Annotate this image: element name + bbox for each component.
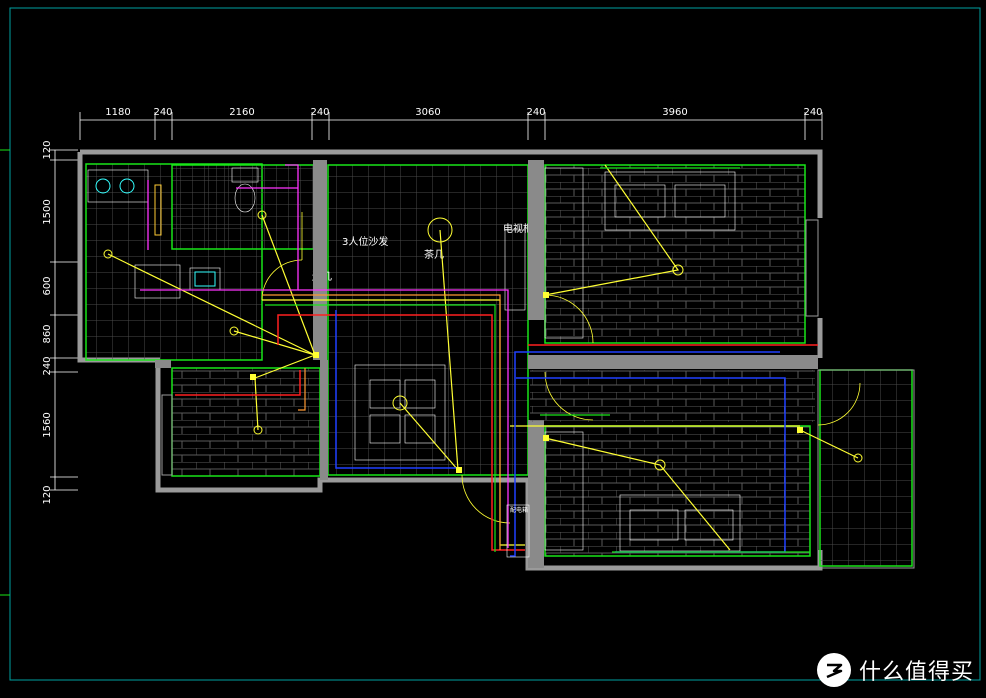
dim-left-120-a: 120: [42, 140, 53, 159]
dim-left-120-b: 120: [42, 485, 53, 504]
dim-top-240-d: 240: [803, 107, 822, 118]
dim-left-600: 600: [42, 276, 53, 295]
balcony: [817, 369, 915, 569]
bedroom-upper: [544, 164, 819, 344]
top-dimension-line: [79, 112, 823, 140]
floor-plan-drawing: 1180 240 2160 240 3060 240 3960 240 120 …: [0, 7, 981, 681]
dim-top-2160: 2160: [229, 107, 254, 118]
left-dimension-labels: 120 1500 600 860 240 1560 120: [42, 140, 53, 504]
dim-left-240: 240: [42, 356, 53, 375]
bathroom-room: [171, 164, 315, 250]
dim-top-3060: 3060: [415, 107, 440, 118]
dim-top-240-b: 240: [310, 107, 329, 118]
dim-left-1560: 1560: [42, 412, 53, 437]
bedroom-lower: [544, 425, 811, 557]
small-room-bottom-left: [161, 367, 321, 477]
dim-top-3960: 3960: [662, 107, 687, 118]
watermark: 什么值得买: [816, 652, 974, 688]
dim-left-1500: 1500: [42, 199, 53, 224]
sofa-label: 3人位沙发: [342, 235, 388, 248]
dim-top-1180: 1180: [105, 107, 130, 118]
dim-top-240-a: 240: [153, 107, 172, 118]
left-dimension-line: [50, 149, 78, 491]
zhide-logo-icon: [816, 653, 851, 687]
dim-left-860: 860: [42, 324, 53, 343]
watermark-text: 什么值得买: [858, 660, 974, 685]
panel-label: 配电箱: [510, 506, 528, 514]
top-dimension-labels: 1180 240 2160 240 3060 240 3960 240: [105, 107, 822, 118]
dim-top-240-c: 240: [526, 107, 545, 118]
